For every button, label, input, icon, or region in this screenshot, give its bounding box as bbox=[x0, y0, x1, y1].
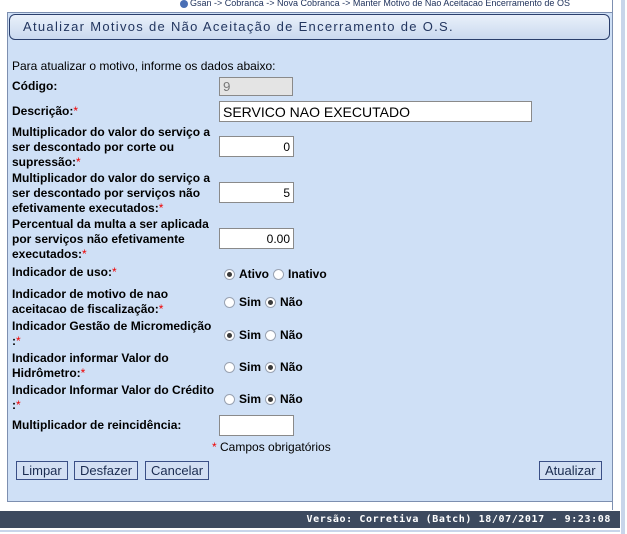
radio-micromedicao-nao[interactable] bbox=[265, 329, 277, 341]
radio-ativo[interactable] bbox=[224, 268, 235, 280]
page-title: Atualizar Motivos de Não Aceitação de En… bbox=[23, 19, 454, 34]
mult-reincidencia-label: Multiplicador de reincidência: bbox=[12, 418, 182, 432]
footer-bottom-line bbox=[0, 530, 620, 532]
indicador-credito-group: Sim Não bbox=[224, 392, 307, 406]
indicador-fiscalizacao-label: Indicador de motivo de nao aceitacao de … bbox=[12, 287, 169, 316]
radio-ativo-label: Ativo bbox=[239, 267, 269, 281]
descricao-label: Descrição:* bbox=[12, 104, 79, 118]
radio-hidrometro-sim[interactable] bbox=[224, 361, 235, 373]
mult-nao-exec-label: Multiplicador do valor do serviço a ser … bbox=[12, 171, 211, 215]
indicador-credito-label: Indicador Informar Valor do Crédito :* bbox=[12, 383, 215, 412]
mult-nao-exec-field[interactable] bbox=[219, 182, 294, 203]
radio-hidrometro-sim-label: Sim bbox=[239, 360, 262, 374]
radio-inativo[interactable] bbox=[273, 268, 284, 280]
cancelar-button[interactable]: Cancelar bbox=[145, 461, 210, 480]
indicador-micromedicao-label: Indicador Gestão de Micromedição :* bbox=[12, 319, 212, 348]
radio-hidrometro-nao-label: Não bbox=[280, 360, 303, 374]
limpar-button[interactable]: Limpar bbox=[16, 461, 68, 480]
radio-micromedicao-nao-label: Não bbox=[280, 328, 303, 342]
indicador-hidrometro-group: Sim Não bbox=[224, 360, 307, 374]
descricao-field[interactable] bbox=[219, 101, 532, 122]
indicador-micromedicao-group: Sim Não bbox=[224, 328, 307, 342]
intro-text: Para atualizar o motivo, informe os dado… bbox=[12, 59, 276, 73]
indicador-uso-group: Ativo Inativo bbox=[224, 267, 331, 281]
radio-credito-nao-label: Não bbox=[280, 392, 303, 406]
radio-fiscalizacao-nao[interactable] bbox=[265, 296, 277, 308]
indicador-fiscalizacao-group: Sim Não bbox=[224, 295, 307, 309]
radio-fiscalizacao-nao-label: Não bbox=[280, 295, 303, 309]
indicador-uso-label: Indicador de uso:* bbox=[12, 265, 117, 279]
radio-credito-sim[interactable] bbox=[224, 393, 235, 405]
page-title-bar: Atualizar Motivos de Não Aceitação de En… bbox=[9, 14, 610, 40]
radio-inativo-label: Inativo bbox=[288, 267, 327, 281]
radio-credito-sim-label: Sim bbox=[239, 392, 262, 406]
radio-fiscalizacao-sim-label: Sim bbox=[239, 295, 262, 309]
footer-bar: Versão: Corretiva (Batch) 18/07/2017 - 9… bbox=[0, 511, 620, 528]
perc-multa-field[interactable] bbox=[219, 228, 294, 249]
mult-corte-field[interactable] bbox=[219, 136, 294, 157]
version-text: Versão: Corretiva (Batch) 18/07/2017 - 9… bbox=[306, 514, 611, 525]
codigo-field bbox=[219, 77, 293, 96]
radio-hidrometro-nao[interactable] bbox=[265, 361, 277, 373]
radio-fiscalizacao-sim[interactable] bbox=[224, 296, 235, 308]
codigo-label: Código: bbox=[12, 79, 58, 93]
breadcrumb: Gsan -> Cobranca -> Nova Cobranca -> Man… bbox=[180, 0, 620, 8]
radio-micromedicao-sim[interactable] bbox=[224, 329, 235, 341]
atualizar-button[interactable]: Atualizar bbox=[539, 461, 602, 480]
required-note: * Campos obrigatórios bbox=[212, 440, 331, 454]
mult-reincidencia-field[interactable] bbox=[219, 415, 294, 436]
radio-credito-nao[interactable] bbox=[265, 393, 277, 405]
mult-corte-label: Multiplicador do valor do serviço a ser … bbox=[12, 125, 211, 169]
right-frame-border bbox=[621, 0, 625, 534]
breadcrumb-text[interactable]: Gsan -> Cobranca -> Nova Cobranca -> Man… bbox=[190, 0, 570, 8]
help-icon[interactable] bbox=[180, 0, 188, 8]
perc-multa-label: Percentual da multa a ser aplicada por s… bbox=[12, 217, 209, 261]
desfazer-button[interactable]: Desfazer bbox=[74, 461, 139, 480]
radio-micromedicao-sim-label: Sim bbox=[239, 328, 262, 342]
indicador-hidrometro-label: Indicador informar Valor do Hidrômetro:* bbox=[12, 351, 169, 380]
